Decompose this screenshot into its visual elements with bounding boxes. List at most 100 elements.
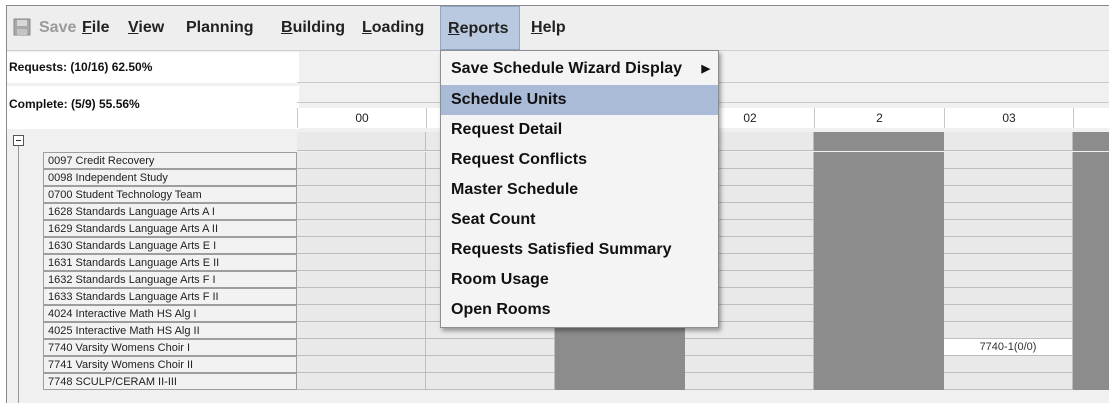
schedule-cell[interactable] <box>297 169 426 186</box>
schedule-cell[interactable] <box>1073 322 1109 339</box>
collapse-tree-icon[interactable] <box>13 135 24 146</box>
menu-item-open-rooms[interactable]: Open Rooms <box>441 295 718 325</box>
menu-item-requests-satisfied-summary[interactable]: Requests Satisfied Summary <box>441 235 718 265</box>
schedule-cell[interactable] <box>297 373 426 390</box>
course-row-label[interactable]: 1631 Standards Language Arts E II <box>43 254 297 271</box>
schedule-cell[interactable] <box>297 203 426 220</box>
menu-item-request-detail[interactable]: Request Detail <box>441 115 718 145</box>
schedule-cell[interactable] <box>297 356 426 373</box>
schedule-cell[interactable] <box>555 339 685 356</box>
schedule-cell[interactable] <box>297 220 426 237</box>
menu-item-save-schedule-wizard-display[interactable]: Save Schedule Wizard Display ▶ <box>441 54 718 84</box>
schedule-cell[interactable] <box>297 339 426 356</box>
menu-item-room-usage[interactable]: Room Usage <box>441 265 718 295</box>
schedule-cell[interactable] <box>297 237 426 254</box>
schedule-cell[interactable] <box>426 356 555 373</box>
menu-planning[interactable]: Planning <box>186 6 254 50</box>
schedule-cell[interactable] <box>297 322 426 339</box>
course-row-label[interactable]: 7748 SCULP/CERAM II-III <box>43 373 297 390</box>
menu-item-request-conflicts[interactable]: Request Conflicts <box>441 145 718 175</box>
schedule-cell[interactable] <box>297 271 426 288</box>
schedule-cell[interactable] <box>814 373 944 390</box>
menu-item-schedule-units[interactable]: Schedule Units <box>441 85 718 115</box>
schedule-cell[interactable] <box>1073 305 1109 322</box>
schedule-cell[interactable] <box>555 356 685 373</box>
schedule-cell[interactable] <box>814 152 944 169</box>
schedule-cell[interactable] <box>297 254 426 271</box>
schedule-cell[interactable] <box>1073 152 1109 169</box>
course-row-label[interactable]: 4024 Interactive Math HS Alg I <box>43 305 297 322</box>
schedule-cell[interactable] <box>814 288 944 305</box>
menu-help[interactable]: Help <box>531 6 566 50</box>
schedule-cell[interactable] <box>1073 186 1109 203</box>
schedule-cell[interactable] <box>944 356 1073 373</box>
schedule-cell[interactable] <box>944 305 1073 322</box>
column-header[interactable]: 2 <box>814 108 944 128</box>
schedule-cell[interactable] <box>426 339 555 356</box>
schedule-cell[interactable] <box>685 339 814 356</box>
schedule-cell[interactable] <box>944 288 1073 305</box>
schedule-cell[interactable] <box>1073 339 1109 356</box>
schedule-cell[interactable] <box>814 254 944 271</box>
schedule-cell[interactable] <box>944 152 1073 169</box>
schedule-cell[interactable] <box>944 203 1073 220</box>
schedule-cell[interactable] <box>814 186 944 203</box>
schedule-cell[interactable] <box>944 373 1073 390</box>
schedule-cell[interactable] <box>1073 373 1109 390</box>
course-row-label[interactable]: 1629 Standards Language Arts A II <box>43 220 297 237</box>
column-header[interactable]: 03 <box>944 108 1073 128</box>
schedule-cell[interactable] <box>814 237 944 254</box>
schedule-cell[interactable] <box>297 186 426 203</box>
menu-view[interactable]: View <box>128 6 164 50</box>
menu-item-seat-count[interactable]: Seat Count <box>441 205 718 235</box>
course-row-label[interactable]: 0097 Credit Recovery <box>43 152 297 169</box>
schedule-cell[interactable] <box>297 305 426 322</box>
menu-loading[interactable]: Loading <box>362 6 424 50</box>
schedule-cell[interactable] <box>1073 356 1109 373</box>
course-row-label[interactable]: 7740 Varsity Womens Choir I <box>43 339 297 356</box>
schedule-cell[interactable] <box>944 186 1073 203</box>
schedule-cell[interactable] <box>814 220 944 237</box>
menu-item-master-schedule[interactable]: Master Schedule <box>441 175 718 205</box>
schedule-cell[interactable] <box>944 237 1073 254</box>
schedule-cell[interactable] <box>1073 203 1109 220</box>
schedule-cell[interactable] <box>944 322 1073 339</box>
course-row-label[interactable]: 1628 Standards Language Arts A I <box>43 203 297 220</box>
schedule-cell[interactable] <box>814 169 944 186</box>
schedule-cell[interactable] <box>685 373 814 390</box>
schedule-cell[interactable] <box>814 271 944 288</box>
menu-save[interactable]: Save <box>39 6 76 50</box>
column-header[interactable]: 00 <box>297 108 426 128</box>
column-header[interactable] <box>1073 108 1109 128</box>
schedule-cell[interactable] <box>944 220 1073 237</box>
menu-building[interactable]: Building <box>281 6 345 50</box>
schedule-cell[interactable] <box>814 203 944 220</box>
schedule-cell[interactable] <box>297 288 426 305</box>
schedule-cell[interactable] <box>1073 288 1109 305</box>
menu-reports[interactable]: Reports <box>440 6 520 50</box>
schedule-cell[interactable] <box>685 356 814 373</box>
course-row-label[interactable]: 0098 Independent Study <box>43 169 297 186</box>
floppy-disk-icon[interactable] <box>13 18 31 36</box>
schedule-cell[interactable] <box>944 254 1073 271</box>
schedule-cell[interactable] <box>1073 254 1109 271</box>
schedule-cell[interactable] <box>1073 271 1109 288</box>
schedule-cell[interactable] <box>426 373 555 390</box>
schedule-cell[interactable] <box>814 356 944 373</box>
course-row-label[interactable]: 1632 Standards Language Arts F I <box>43 271 297 288</box>
schedule-cell[interactable] <box>814 322 944 339</box>
schedule-cell[interactable] <box>814 339 944 356</box>
schedule-cell[interactable] <box>297 152 426 169</box>
course-row-label[interactable]: 4025 Interactive Math HS Alg II <box>43 322 297 339</box>
menu-file[interactable]: File <box>82 6 110 50</box>
schedule-cell[interactable]: 7740-1(0/0) <box>944 339 1073 356</box>
course-row-label[interactable]: 7741 Varsity Womens Choir II <box>43 356 297 373</box>
course-row-label[interactable]: 1633 Standards Language Arts F II <box>43 288 297 305</box>
schedule-cell[interactable] <box>1073 169 1109 186</box>
schedule-cell[interactable] <box>944 169 1073 186</box>
schedule-cell[interactable] <box>555 373 685 390</box>
schedule-cell[interactable] <box>944 271 1073 288</box>
course-row-label[interactable]: 1630 Standards Language Arts E I <box>43 237 297 254</box>
schedule-cell[interactable] <box>814 305 944 322</box>
schedule-cell[interactable] <box>1073 220 1109 237</box>
